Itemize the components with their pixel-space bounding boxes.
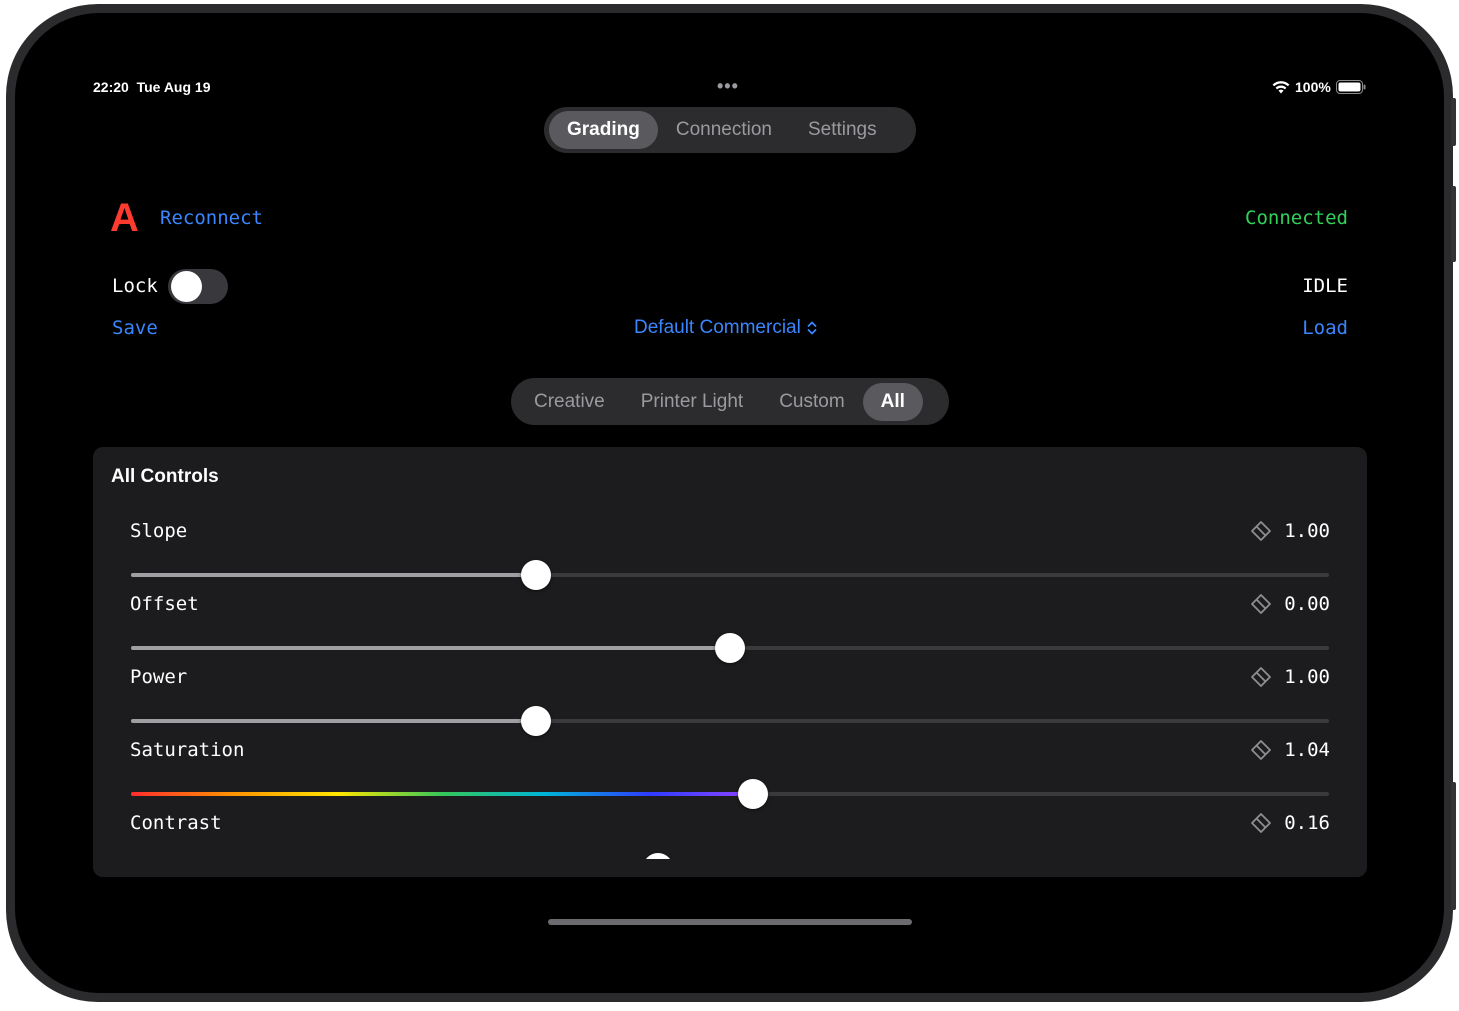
- preset-label: Default Commercial: [634, 317, 801, 338]
- hardware-button: [1451, 782, 1456, 910]
- control-label: Power: [130, 666, 188, 688]
- control-value: 0.00: [1284, 593, 1330, 615]
- power-slider[interactable]: [131, 706, 1329, 736]
- control-value: 1.00: [1284, 520, 1330, 542]
- camera-letter: A: [110, 196, 139, 240]
- control-value-group: 0.16: [1250, 812, 1330, 834]
- slider-thumb[interactable]: [715, 633, 745, 663]
- filter-printer-light[interactable]: Printer Light: [623, 383, 761, 421]
- slider-fill: [131, 646, 730, 650]
- control-value-group: 1.04: [1250, 739, 1330, 761]
- filter-creative[interactable]: Creative: [516, 383, 623, 421]
- slider-fill: [131, 573, 536, 577]
- all-controls-panel: All Controls Slope 1.00 Offset 0.00 Powe…: [93, 447, 1367, 877]
- hardware-button: [1451, 98, 1456, 146]
- tab-connection[interactable]: Connection: [658, 111, 790, 149]
- status-date: Tue Aug 19: [136, 79, 211, 95]
- wifi-icon: [1272, 80, 1290, 93]
- reset-icon[interactable]: [1250, 593, 1272, 615]
- control-value: 1.00: [1284, 666, 1330, 688]
- contrast-slider-clip: [93, 851, 1367, 859]
- control-value-group: 1.00: [1250, 666, 1330, 688]
- control-value: 0.16: [1284, 812, 1330, 834]
- hardware-button: [1451, 186, 1456, 262]
- main-tab-bar: Grading Connection Settings: [544, 107, 916, 153]
- control-value-group: 1.00: [1250, 520, 1330, 542]
- control-label: Contrast: [130, 812, 222, 834]
- slider-thumb[interactable]: [520, 706, 551, 736]
- status-time-text: 22:20: [93, 79, 129, 95]
- status-time: 22:20 Tue Aug 19: [93, 79, 211, 95]
- panel-title: All Controls: [111, 466, 219, 487]
- control-label: Saturation: [130, 739, 245, 761]
- slope-slider[interactable]: [131, 560, 1329, 590]
- saturation-slider[interactable]: [131, 779, 1329, 809]
- slider-thumb[interactable]: [737, 779, 768, 809]
- filter-segmented-control: Creative Printer Light Custom All: [511, 378, 949, 425]
- load-button[interactable]: Load: [1302, 317, 1348, 339]
- reset-icon[interactable]: [1250, 739, 1272, 761]
- multitasking-dots[interactable]: •••: [717, 76, 739, 97]
- battery-icon: [1335, 80, 1366, 94]
- connection-status: Connected: [1245, 207, 1348, 229]
- filter-custom[interactable]: Custom: [761, 383, 862, 421]
- control-label: Offset: [130, 593, 199, 615]
- save-button[interactable]: Save: [112, 317, 158, 339]
- reset-icon[interactable]: [1250, 666, 1272, 688]
- reconnect-button[interactable]: Reconnect: [160, 207, 263, 229]
- home-indicator[interactable]: [548, 919, 912, 925]
- control-label: Slope: [130, 520, 188, 542]
- panel-bottom-padding: [93, 859, 1367, 877]
- lock-toggle-knob: [171, 271, 202, 302]
- filter-all[interactable]: All: [862, 382, 923, 421]
- lock-label: Lock: [112, 275, 158, 297]
- tab-grading[interactable]: Grading: [549, 111, 658, 149]
- tab-settings[interactable]: Settings: [790, 111, 895, 149]
- offset-slider[interactable]: [131, 633, 1329, 663]
- slider-thumb[interactable]: [520, 560, 551, 590]
- battery-percent: 100%: [1295, 79, 1331, 95]
- chevron-up-down-icon: [807, 321, 817, 335]
- control-value: 1.04: [1284, 739, 1330, 761]
- state-label: IDLE: [1302, 275, 1348, 297]
- slider-fill: [131, 719, 536, 723]
- lock-toggle[interactable]: [168, 269, 228, 304]
- reset-icon[interactable]: [1250, 520, 1272, 542]
- slider-fill: [131, 792, 753, 796]
- status-right: 100%: [1272, 79, 1366, 95]
- control-value-group: 0.00: [1250, 593, 1330, 615]
- reset-icon[interactable]: [1250, 812, 1272, 834]
- preset-picker[interactable]: Default Commercial: [634, 317, 817, 339]
